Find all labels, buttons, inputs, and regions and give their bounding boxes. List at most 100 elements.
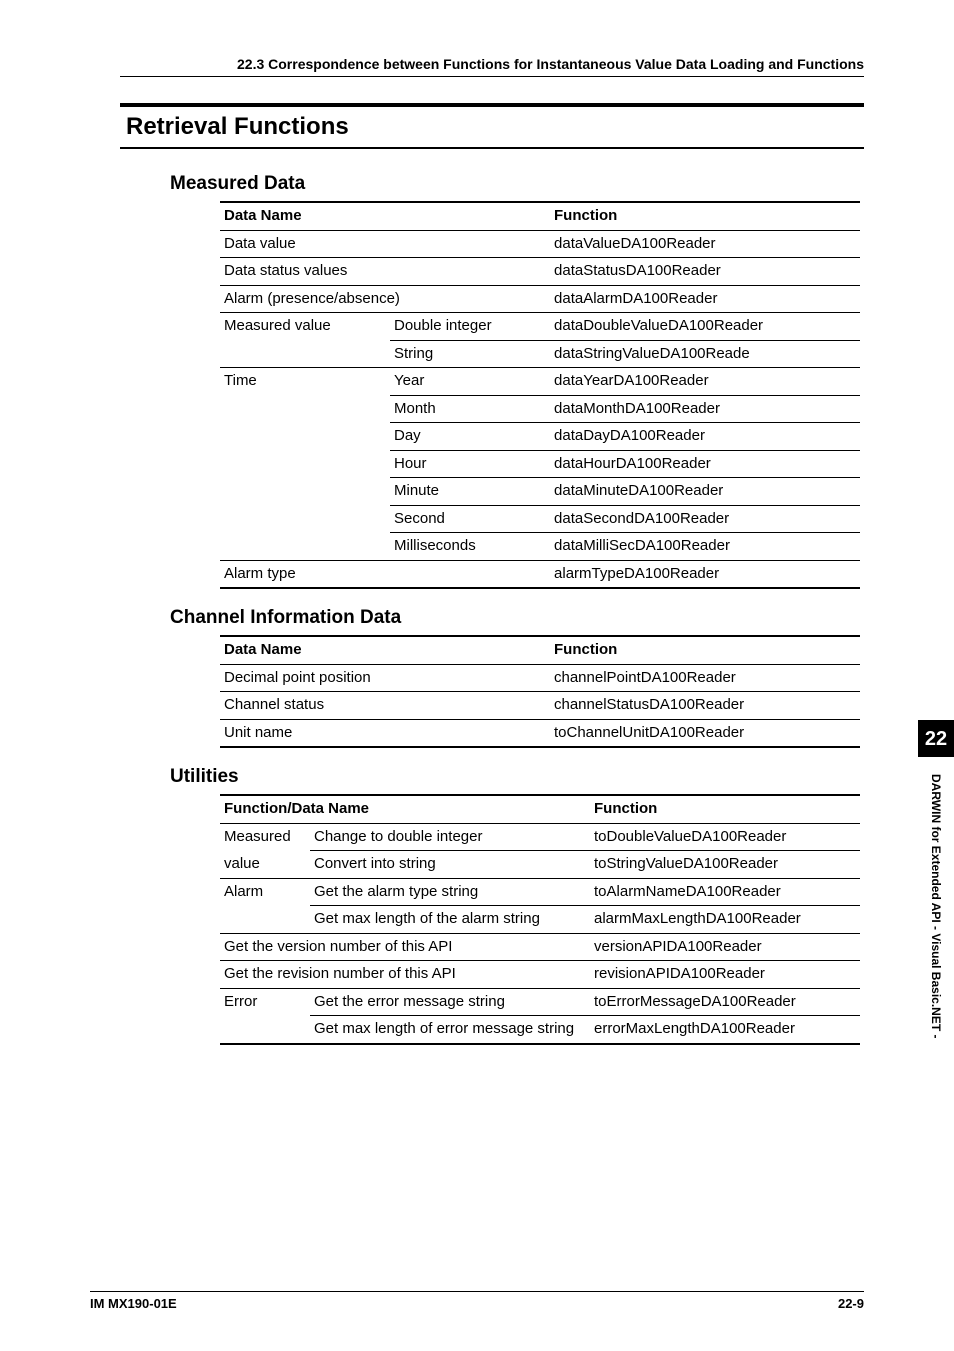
cell: toStringValueDA100Reader [590,851,860,879]
cell: errorMaxLengthDA100Reader [590,1016,860,1044]
side-tab-number: 22 [918,728,954,751]
side-tab: 22 [918,720,954,757]
table-row: MeasuredChange to double integertoDouble… [220,823,860,851]
table-row: Alarm (presence/absence)dataAlarmDA100Re… [220,285,860,313]
th: Data Name [220,636,550,664]
table-row: StringdataStringValueDA100Reade [220,340,860,368]
cell: dataMilliSecDA100Reader [550,533,860,561]
cell: toDoubleValueDA100Reader [590,823,860,851]
cell: toAlarmNameDA100Reader [590,878,860,906]
table-row: MinutedataMinuteDA100Reader [220,478,860,506]
cell: Alarm [220,878,310,906]
cell: Channel status [220,692,550,720]
cell [220,1016,310,1044]
table-channel: Data Name Function Decimal point positio… [220,635,860,748]
table-row: Channel statuschannelStatusDA100Reader [220,692,860,720]
cell: alarmTypeDA100Reader [550,560,860,588]
cell: dataDayDA100Reader [550,423,860,451]
cell: Get the revision number of this API [220,961,590,989]
side-tab-label: DARWIN for Extended API - Visual Basic.N… [918,774,954,1154]
cell: toErrorMessageDA100Reader [590,988,860,1016]
cell: Measured value [220,313,390,341]
cell: Alarm (presence/absence) [220,285,550,313]
footer-right: 22-9 [838,1296,864,1311]
cell: Data value [220,230,550,258]
cell: dataSecondDA100Reader [550,505,860,533]
cell: dataHourDA100Reader [550,450,860,478]
table-row: MonthdataMonthDA100Reader [220,395,860,423]
footer: IM MX190-01E 22-9 [90,1291,864,1311]
cell: Second [390,505,550,533]
th: Function [550,636,860,664]
th: Function [590,795,860,823]
table-row: Measured valueDouble integerdataDoubleVa… [220,313,860,341]
section-title-channel: Channel Information Data [170,607,864,629]
cell: dataValueDA100Reader [550,230,860,258]
cell: Get the alarm type string [310,878,590,906]
cell: Get the error message string [310,988,590,1016]
cell [220,395,390,423]
table-row: Unit nametoChannelUnitDA100Reader [220,719,860,747]
cell: Minute [390,478,550,506]
table-row: Get max length of the alarm stringalarmM… [220,906,860,934]
cell: Change to double integer [310,823,590,851]
cell: value [220,851,310,879]
cell: Year [390,368,550,396]
table-row: AlarmGet the alarm type stringtoAlarmNam… [220,878,860,906]
cell: Unit name [220,719,550,747]
cell: String [390,340,550,368]
cell: Day [390,423,550,451]
table-row: SeconddataSecondDA100Reader [220,505,860,533]
table-measured: Data Name Function Data valuedataValueDA… [220,201,860,589]
section-title-measured: Measured Data [170,173,864,195]
table-row: MillisecondsdataMilliSecDA100Reader [220,533,860,561]
cell: Get max length of the alarm string [310,906,590,934]
cell: Data status values [220,258,550,286]
table-row: HourdataHourDA100Reader [220,450,860,478]
cell: Month [390,395,550,423]
cell [220,450,390,478]
breadcrumb: 22.3 Correspondence between Functions fo… [120,56,864,77]
table-row: Get the version number of this APIversio… [220,933,860,961]
cell [220,423,390,451]
footer-left: IM MX190-01E [90,1296,177,1311]
cell: dataMinuteDA100Reader [550,478,860,506]
th: Function/Data Name [220,795,590,823]
cell: dataYearDA100Reader [550,368,860,396]
table-row: Get the revision number of this APIrevis… [220,961,860,989]
cell: Error [220,988,310,1016]
cell: Time [220,368,390,396]
cell: toChannelUnitDA100Reader [550,719,860,747]
table-row: valueConvert into stringtoStringValueDA1… [220,851,860,879]
table-row: Get max length of error message stringer… [220,1016,860,1044]
cell [220,906,310,934]
table-row: Decimal point positionchannelPointDA100R… [220,664,860,692]
cell: dataStatusDA100Reader [550,258,860,286]
cell [220,340,390,368]
cell: Alarm type [220,560,550,588]
table-row: DaydataDayDA100Reader [220,423,860,451]
cell [220,478,390,506]
section-title-utilities: Utilities [170,766,864,788]
table-row: Alarm typealarmTypeDA100Reader [220,560,860,588]
cell: Get the version number of this API [220,933,590,961]
cell: channelStatusDA100Reader [550,692,860,720]
cell: dataStringValueDA100Reade [550,340,860,368]
cell [220,505,390,533]
th: Function [550,202,860,230]
cell: Double integer [390,313,550,341]
th: Data Name [220,202,550,230]
cell: revisionAPIDA100Reader [590,961,860,989]
table-utilities: Function/Data Name Function MeasuredChan… [220,794,860,1045]
cell: dataMonthDA100Reader [550,395,860,423]
table-row: Data valuedataValueDA100Reader [220,230,860,258]
table-row: Data status valuesdataStatusDA100Reader [220,258,860,286]
cell: Milliseconds [390,533,550,561]
cell: Measured [220,823,310,851]
cell: alarmMaxLengthDA100Reader [590,906,860,934]
cell: Get max length of error message string [310,1016,590,1044]
cell [220,533,390,561]
table-row: TimeYeardataYearDA100Reader [220,368,860,396]
page-title: Retrieval Functions [120,103,864,149]
table-row: ErrorGet the error message stringtoError… [220,988,860,1016]
